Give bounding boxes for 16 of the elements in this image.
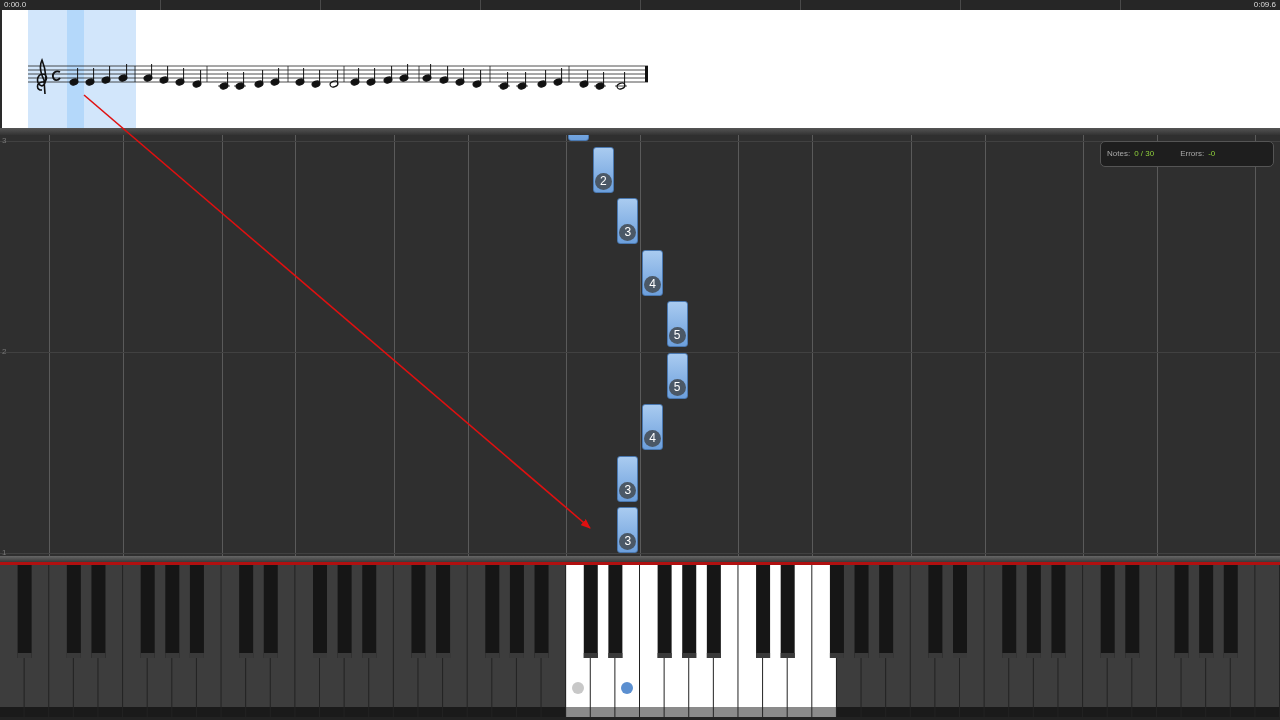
finger-number: 4 [644, 430, 661, 447]
timeline-bar[interactable]: 0:00.0 0:09.6 [0, 0, 1280, 10]
stat-value: -0 [1208, 148, 1216, 160]
finger-number: 3 [619, 481, 637, 499]
finger-number: 4 [644, 275, 661, 293]
finger-number: 5 [668, 327, 686, 344]
stat-value: 0 / 30 [1134, 148, 1155, 160]
stat-label: Notes: [1107, 148, 1131, 160]
start-time: 0:00.0 [4, 1, 27, 9]
measure-number: 1 [2, 549, 7, 556]
finger-number: 3 [619, 224, 637, 241]
finger-number: 3 [619, 533, 637, 550]
finger-number: 5 [668, 378, 686, 396]
stat-label: Errors: [1180, 148, 1205, 160]
finger-number: 2 [594, 172, 612, 190]
end-time: 0:09.6 [1253, 1, 1276, 9]
